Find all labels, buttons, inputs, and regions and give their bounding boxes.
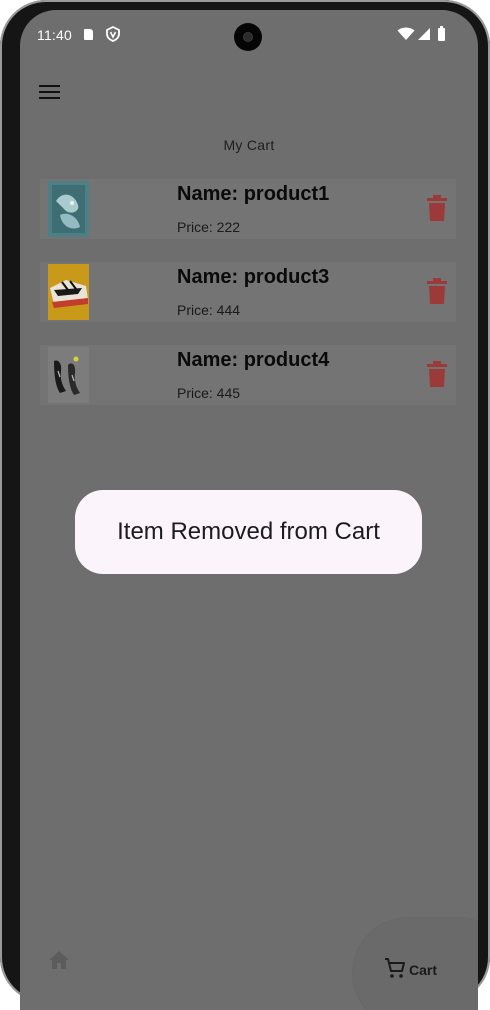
cellular-signal-icon [418, 28, 430, 40]
cart-tab-label: Cart [409, 962, 438, 978]
product-name: Name: product1 [177, 183, 330, 205]
trash-icon[interactable] [427, 195, 447, 221]
product-thumbnail [48, 181, 89, 237]
battery-icon [438, 26, 445, 41]
product-name: Name: product3 [177, 266, 330, 288]
cart-item: Name: product3 Price: 444 [40, 262, 456, 322]
cart-tab[interactable]: Cart [353, 918, 478, 1010]
app-screen: 11:40 My Cart Name: product1 Price: 222 … [20, 10, 478, 1010]
home-icon[interactable] [48, 950, 70, 970]
phone-frame: 11:40 My Cart Name: product1 Price: 222 … [0, 0, 490, 1010]
product-price: Price: 444 [177, 302, 241, 318]
shopping-cart-icon [385, 958, 405, 978]
product-thumbnail [48, 264, 89, 320]
cart-list: Name: product1 Price: 222 Name: product3… [40, 179, 456, 428]
status-time: 11:40 [37, 27, 72, 43]
hamburger-menu-icon[interactable] [39, 83, 61, 101]
toast-snackbar: Item Removed from Cart [75, 490, 422, 574]
cart-item: Name: product1 Price: 222 [40, 179, 456, 239]
front-camera [234, 23, 262, 51]
toast-message: Item Removed from Cart [117, 518, 380, 545]
trash-icon[interactable] [427, 278, 447, 304]
sd-card-icon [84, 29, 93, 40]
trash-icon[interactable] [427, 361, 447, 387]
wifi-icon [397, 27, 415, 40]
page-title: My Cart [223, 137, 275, 153]
vpn-shield-icon [106, 26, 120, 42]
product-price: Price: 222 [177, 219, 241, 235]
product-thumbnail [48, 347, 89, 403]
cart-item: Name: product4 Price: 445 [40, 345, 456, 405]
product-price: Price: 445 [177, 385, 241, 401]
product-name: Name: product4 [177, 349, 330, 371]
